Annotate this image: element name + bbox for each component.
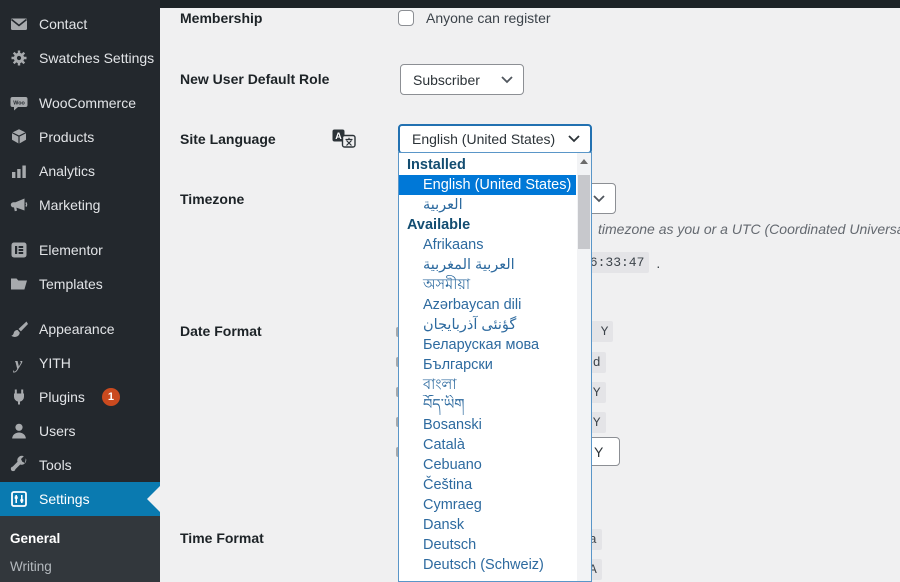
sidebar-item-elementor[interactable]: Elementor	[0, 233, 160, 267]
sidebar-item-label: WooCommerce	[39, 95, 136, 111]
dropdown-scrollbar[interactable]	[577, 153, 591, 581]
language-option[interactable]: বাংলা	[399, 375, 576, 395]
sidebar-item-label: Tools	[39, 457, 72, 473]
language-group-header: Available	[399, 215, 576, 235]
sidebar-item-marketing[interactable]: Marketing	[0, 188, 160, 222]
current-menu-arrow	[147, 486, 160, 512]
language-option[interactable]: Čeština	[399, 475, 576, 495]
sidebar-item-label: Templates	[39, 276, 103, 292]
membership-checkbox-label: Anyone can register	[426, 10, 551, 26]
language-option[interactable]: Dansk	[399, 515, 576, 535]
sidebar-item-settings[interactable]: Settings	[0, 482, 160, 516]
date-format-label: Date Format	[180, 323, 262, 339]
scroll-up-arrow-icon[interactable]	[580, 159, 588, 164]
language-option[interactable]: བོད་ཡིག	[399, 395, 576, 415]
sidebar-item-label: Marketing	[39, 197, 100, 213]
sidebar-item-woocommerce[interactable]: Woo WooCommerce	[0, 86, 160, 120]
site-language-label: Site Language	[180, 131, 276, 147]
sidebar-item-label: Appearance	[39, 321, 115, 337]
language-option[interactable]: Deutsch	[399, 535, 576, 555]
sidebar-item-label: Contact	[39, 16, 87, 32]
sidebar-separator	[0, 301, 160, 312]
language-group-header: Installed	[399, 155, 576, 175]
sidebar-separator	[0, 222, 160, 233]
language-option[interactable]: Deutsch (Schweiz)	[399, 555, 576, 575]
language-option[interactable]: Afrikaans	[399, 235, 576, 255]
user-icon	[8, 421, 29, 441]
megaphone-icon	[8, 195, 29, 215]
wrench-icon	[8, 455, 29, 475]
translation-icon: A	[332, 129, 356, 148]
membership-label: Membership	[180, 10, 262, 26]
language-option[interactable]: Azərbaycan dili	[399, 295, 576, 315]
sidebar-item-label: Plugins	[39, 389, 85, 405]
paintbrush-icon	[8, 319, 29, 339]
sidebar-item-label: Settings	[39, 491, 90, 507]
sidebar-item-users[interactable]: Users	[0, 414, 160, 448]
membership-checkbox[interactable]	[398, 10, 414, 26]
sidebar-item-label: Products	[39, 129, 94, 145]
sidebar-item-appearance[interactable]: Appearance	[0, 312, 160, 346]
sidebar-item-analytics[interactable]: Analytics	[0, 154, 160, 188]
envelope-icon	[8, 14, 29, 34]
language-option[interactable]: گؤنئی آذربایجان	[399, 315, 576, 335]
time-format-label: Time Format	[180, 530, 264, 546]
sidebar-item-yith[interactable]: y YITH	[0, 346, 160, 380]
plug-icon	[8, 387, 29, 407]
sidebar-item-tools[interactable]: Tools	[0, 448, 160, 482]
svg-text:Woo: Woo	[13, 100, 25, 106]
submenu-item-general[interactable]: General	[0, 525, 160, 553]
language-option[interactable]: অসমীয়া	[399, 275, 576, 295]
scrollbar-thumb[interactable]	[578, 175, 590, 249]
sidebar-item-contact[interactable]: Contact	[0, 7, 160, 41]
language-option[interactable]: English (United States)	[399, 175, 576, 195]
sidebar-item-label: Analytics	[39, 163, 95, 179]
sidebar-item-label: Swatches Settings	[39, 50, 154, 66]
sidebar-item-label: Users	[39, 423, 76, 439]
language-option[interactable]: العربية	[399, 195, 576, 215]
admin-sidebar: Contact Swatches Settings Woo WooCommerc…	[0, 0, 160, 582]
sidebar-item-label: YITH	[39, 355, 71, 371]
yith-icon: y	[8, 353, 29, 373]
default-role-select[interactable]: Subscriber	[400, 64, 524, 95]
language-option[interactable]: Cymraeg	[399, 495, 576, 515]
language-option[interactable]: Català	[399, 435, 576, 455]
plugins-update-badge: 1	[102, 388, 120, 406]
site-language-dropdown-list[interactable]: InstalledEnglish (United States)العربيةA…	[398, 152, 592, 582]
chevron-down-icon	[568, 135, 580, 143]
sidebar-item-plugins[interactable]: Plugins 1	[0, 380, 160, 414]
svg-text:A: A	[335, 131, 342, 141]
submenu-item-writing[interactable]: Writing	[0, 553, 160, 581]
chevron-down-icon	[593, 195, 605, 203]
box-icon	[8, 127, 29, 147]
language-option[interactable]: Bosanski	[399, 415, 576, 435]
wordpress-admin-screen: Contact Swatches Settings Woo WooCommerc…	[0, 0, 900, 582]
language-option[interactable]: Cebuano	[399, 455, 576, 475]
language-option[interactable]: Беларуская мова	[399, 335, 576, 355]
sidebar-item-templates[interactable]: Templates	[0, 267, 160, 301]
timezone-label: Timezone	[180, 191, 244, 207]
utc-period: .	[656, 255, 660, 271]
folder-icon	[8, 274, 29, 294]
gear-icon	[8, 48, 29, 68]
timezone-help-text: timezone as you or a UTC (Coordinated Un…	[598, 221, 900, 237]
chevron-down-icon	[501, 76, 513, 84]
woocommerce-icon: Woo	[8, 93, 29, 113]
sidebar-item-products[interactable]: Products	[0, 120, 160, 154]
default-role-value: Subscriber	[413, 72, 480, 88]
sliders-icon	[8, 489, 29, 509]
site-language-value: English (United States)	[412, 131, 555, 147]
site-language-select[interactable]: English (United States)	[398, 124, 592, 154]
language-option-list: InstalledEnglish (United States)العربيةA…	[399, 155, 576, 575]
sidebar-item-label: Elementor	[39, 242, 103, 258]
elementor-icon	[8, 240, 29, 260]
language-option[interactable]: Български	[399, 355, 576, 375]
settings-submenu: General Writing	[0, 516, 160, 582]
sidebar-separator	[0, 75, 160, 86]
bar-chart-icon	[8, 161, 29, 181]
language-option[interactable]: العربية المغربية	[399, 255, 576, 275]
sidebar-item-swatches-settings[interactable]: Swatches Settings	[0, 41, 160, 75]
default-role-label: New User Default Role	[180, 71, 329, 87]
